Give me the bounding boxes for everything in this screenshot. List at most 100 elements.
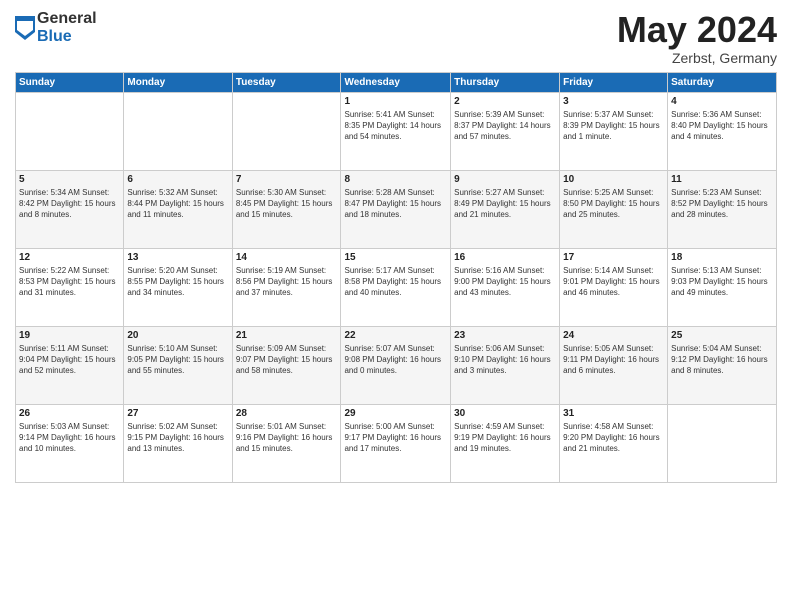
day-info: Sunrise: 5:02 AM Sunset: 9:15 PM Dayligh… <box>127 421 228 455</box>
page: General Blue May 2024 Zerbst, Germany Su… <box>0 0 792 612</box>
col-monday: Monday <box>124 72 232 92</box>
table-row: 22 Sunrise: 5:07 AM Sunset: 9:08 PM Dayli… <box>341 326 451 404</box>
table-row: 29 Sunrise: 5:00 AM Sunset: 9:17 PM Dayli… <box>341 404 451 482</box>
logo-text: General Blue <box>37 10 97 45</box>
calendar-week-2: 5Sunrise: 5:34 AM Sunset: 8:42 PM Daylig… <box>16 170 777 248</box>
calendar-week-4: 19 Sunrise: 5:11 AM Sunset: 9:04 PM Dayli… <box>16 326 777 404</box>
table-row: 7 Sunrise: 5:30 AM Sunset: 8:45 PM Daylig… <box>232 170 341 248</box>
day-info: Sunrise: 5:37 AM Sunset: 8:39 PM Dayligh… <box>563 109 664 143</box>
day-info: Sunrise: 5:20 AM Sunset: 8:55 PM Dayligh… <box>127 265 228 299</box>
day-info: Sunrise: 5:22 AM Sunset: 8:53 PM Dayligh… <box>19 265 120 299</box>
table-row: 13 Sunrise: 5:20 AM Sunset: 8:55 PM Dayli… <box>124 248 232 326</box>
col-saturday: Saturday <box>668 72 777 92</box>
day-number: 14 <box>236 252 338 263</box>
day-number: 3 <box>563 96 664 107</box>
table-row: 25Sunrise: 5:04 AM Sunset: 9:12 PM Dayli… <box>668 326 777 404</box>
day-info: Sunrise: 5:07 AM Sunset: 9:08 PM Dayligh… <box>344 343 447 377</box>
day-info: Sunrise: 5:39 AM Sunset: 8:37 PM Dayligh… <box>454 109 556 143</box>
day-info: Sunrise: 5:30 AM Sunset: 8:45 PM Dayligh… <box>236 187 338 221</box>
table-row: 16 Sunrise: 5:16 AM Sunset: 9:00 PM Dayli… <box>451 248 560 326</box>
calendar-table: Sunday Monday Tuesday Wednesday Thursday… <box>15 72 777 483</box>
table-row: 18 Sunrise: 5:13 AM Sunset: 9:03 PM Dayli… <box>668 248 777 326</box>
table-row: 1 Sunrise: 5:41 AM Sunset: 8:35 PM Daylig… <box>341 92 451 170</box>
table-row: 31Sunrise: 4:58 AM Sunset: 9:20 PM Dayli… <box>560 404 668 482</box>
table-row <box>124 92 232 170</box>
table-row: 24Sunrise: 5:05 AM Sunset: 9:11 PM Dayli… <box>560 326 668 404</box>
table-row: 21 Sunrise: 5:09 AM Sunset: 9:07 PM Dayli… <box>232 326 341 404</box>
table-row: 26 Sunrise: 5:03 AM Sunset: 9:14 PM Dayli… <box>16 404 124 482</box>
table-row: 2Sunrise: 5:39 AM Sunset: 8:37 PM Daylig… <box>451 92 560 170</box>
day-number: 4 <box>671 96 773 107</box>
day-info: Sunrise: 5:36 AM Sunset: 8:40 PM Dayligh… <box>671 109 773 143</box>
day-number: 21 <box>236 330 338 341</box>
day-info: Sunrise: 5:10 AM Sunset: 9:05 PM Dayligh… <box>127 343 228 377</box>
day-number: 20 <box>127 330 228 341</box>
table-row: 19 Sunrise: 5:11 AM Sunset: 9:04 PM Dayli… <box>16 326 124 404</box>
table-row: 28Sunrise: 5:01 AM Sunset: 9:16 PM Dayli… <box>232 404 341 482</box>
table-row: 27 Sunrise: 5:02 AM Sunset: 9:15 PM Dayli… <box>124 404 232 482</box>
day-number: 23 <box>454 330 556 341</box>
col-sunday: Sunday <box>16 72 124 92</box>
table-row <box>668 404 777 482</box>
calendar-location: Zerbst, Germany <box>617 50 777 66</box>
day-number: 22 <box>344 330 447 341</box>
day-info: Sunrise: 5:19 AM Sunset: 8:56 PM Dayligh… <box>236 265 338 299</box>
col-thursday: Thursday <box>451 72 560 92</box>
table-row: 23 Sunrise: 5:06 AM Sunset: 9:10 PM Dayli… <box>451 326 560 404</box>
logo-blue: Blue <box>37 28 97 46</box>
day-info: Sunrise: 5:34 AM Sunset: 8:42 PM Dayligh… <box>19 187 120 221</box>
day-info: Sunrise: 5:06 AM Sunset: 9:10 PM Dayligh… <box>454 343 556 377</box>
calendar-week-3: 12Sunrise: 5:22 AM Sunset: 8:53 PM Dayli… <box>16 248 777 326</box>
day-number: 24 <box>563 330 664 341</box>
calendar-title: May 2024 <box>617 10 777 50</box>
table-row: 10Sunrise: 5:25 AM Sunset: 8:50 PM Dayli… <box>560 170 668 248</box>
logo-general: General <box>37 10 97 28</box>
table-row: 14 Sunrise: 5:19 AM Sunset: 8:56 PM Dayli… <box>232 248 341 326</box>
day-info: Sunrise: 5:17 AM Sunset: 8:58 PM Dayligh… <box>344 265 447 299</box>
day-info: Sunrise: 5:03 AM Sunset: 9:14 PM Dayligh… <box>19 421 120 455</box>
day-number: 29 <box>344 408 447 419</box>
day-number: 30 <box>454 408 556 419</box>
day-info: Sunrise: 4:59 AM Sunset: 9:19 PM Dayligh… <box>454 421 556 455</box>
table-row: 6 Sunrise: 5:32 AM Sunset: 8:44 PM Daylig… <box>124 170 232 248</box>
day-info: Sunrise: 5:16 AM Sunset: 9:00 PM Dayligh… <box>454 265 556 299</box>
day-info: Sunrise: 5:41 AM Sunset: 8:35 PM Dayligh… <box>344 109 447 143</box>
day-number: 10 <box>563 174 664 185</box>
day-number: 11 <box>671 174 773 185</box>
table-row: 15Sunrise: 5:17 AM Sunset: 8:58 PM Dayli… <box>341 248 451 326</box>
day-number: 16 <box>454 252 556 263</box>
table-row <box>16 92 124 170</box>
table-row: 4 Sunrise: 5:36 AM Sunset: 8:40 PM Daylig… <box>668 92 777 170</box>
col-friday: Friday <box>560 72 668 92</box>
day-number: 18 <box>671 252 773 263</box>
col-wednesday: Wednesday <box>341 72 451 92</box>
day-info: Sunrise: 5:23 AM Sunset: 8:52 PM Dayligh… <box>671 187 773 221</box>
table-row: 12Sunrise: 5:22 AM Sunset: 8:53 PM Dayli… <box>16 248 124 326</box>
day-number: 1 <box>344 96 447 107</box>
table-row: 8Sunrise: 5:28 AM Sunset: 8:47 PM Daylig… <box>341 170 451 248</box>
day-info: Sunrise: 5:01 AM Sunset: 9:16 PM Dayligh… <box>236 421 338 455</box>
day-number: 8 <box>344 174 447 185</box>
day-number: 7 <box>236 174 338 185</box>
table-row: 30 Sunrise: 4:59 AM Sunset: 9:19 PM Dayli… <box>451 404 560 482</box>
day-info: Sunrise: 5:11 AM Sunset: 9:04 PM Dayligh… <box>19 343 120 377</box>
day-number: 9 <box>454 174 556 185</box>
day-info: Sunrise: 5:00 AM Sunset: 9:17 PM Dayligh… <box>344 421 447 455</box>
table-row: 20 Sunrise: 5:10 AM Sunset: 9:05 PM Dayli… <box>124 326 232 404</box>
logo: General Blue <box>15 10 97 45</box>
day-info: Sunrise: 5:13 AM Sunset: 9:03 PM Dayligh… <box>671 265 773 299</box>
table-row: 9Sunrise: 5:27 AM Sunset: 8:49 PM Daylig… <box>451 170 560 248</box>
day-info: Sunrise: 4:58 AM Sunset: 9:20 PM Dayligh… <box>563 421 664 455</box>
day-number: 27 <box>127 408 228 419</box>
day-number: 19 <box>19 330 120 341</box>
day-number: 26 <box>19 408 120 419</box>
table-row <box>232 92 341 170</box>
logo-icon <box>15 16 35 40</box>
day-info: Sunrise: 5:14 AM Sunset: 9:01 PM Dayligh… <box>563 265 664 299</box>
calendar-header-row: Sunday Monday Tuesday Wednesday Thursday… <box>16 72 777 92</box>
day-info: Sunrise: 5:09 AM Sunset: 9:07 PM Dayligh… <box>236 343 338 377</box>
day-number: 6 <box>127 174 228 185</box>
day-number: 13 <box>127 252 228 263</box>
calendar-week-5: 26 Sunrise: 5:03 AM Sunset: 9:14 PM Dayli… <box>16 404 777 482</box>
day-info: Sunrise: 5:32 AM Sunset: 8:44 PM Dayligh… <box>127 187 228 221</box>
